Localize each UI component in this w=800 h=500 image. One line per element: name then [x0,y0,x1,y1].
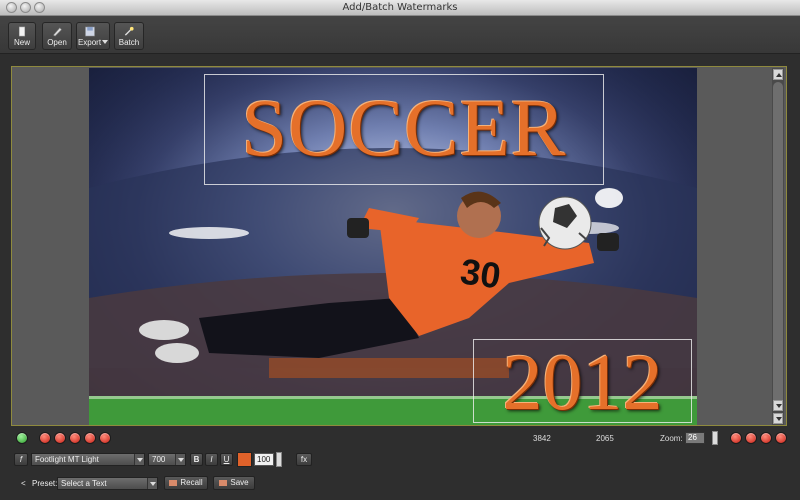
save-button-label: Save [230,478,249,487]
font-weight-caret-icon [175,454,185,465]
scroll-down-button-1[interactable] [773,400,783,411]
italic-button[interactable]: I [205,453,218,466]
export-dropdown-icon[interactable] [102,40,108,44]
batch-button-label: Batch [118,38,140,47]
preview-image: 30 SOCCER 2012 [89,68,697,425]
export-button-label: Export [77,38,102,47]
font-icon-button[interactable]: f [14,453,28,466]
app-window: Add/Batch Watermarks New Open Export Bat… [0,0,800,500]
collapse-toggle[interactable]: < [21,479,26,488]
scroll-up-icon [776,73,782,77]
font-weight-value: 700 [152,455,166,464]
new-button-label: New [13,38,30,47]
font-weight-select[interactable]: 700 [148,453,186,466]
zoom-actual-button[interactable] [775,432,787,444]
effects-button[interactable]: fx [296,453,312,466]
font-family-caret-icon [134,454,144,465]
open-button[interactable]: Open [42,22,72,50]
delete-layer-button[interactable] [39,432,51,444]
watermark-2012-text: 2012 [502,339,663,425]
zoom-stepper[interactable] [712,431,718,445]
preset-caret-icon [147,478,157,489]
remove-layer-button[interactable] [69,432,81,444]
batch-wand-icon [124,26,134,36]
scroll-thumb[interactable] [773,82,783,408]
scroll-down-button-2[interactable] [773,413,783,424]
bold-button[interactable]: B [190,453,203,466]
new-button[interactable]: New [8,22,36,50]
open-button-label: Open [47,38,67,47]
opacity-stepper[interactable] [276,452,282,467]
jersey-number: 30 [458,250,503,296]
title-bar: Add/Batch Watermarks [0,0,800,16]
font-family-select[interactable]: Footlight MT Light [31,453,145,466]
recall-button-label: Recall [180,478,203,487]
preset-label: Preset: [32,479,58,488]
vertical-scrollbar[interactable] [772,68,784,425]
preset-select-value: Select a Text [61,479,107,488]
opacity-input[interactable]: 100 [254,453,274,466]
save-icon [219,479,228,486]
export-disk-icon [84,26,95,37]
window-title: Add/Batch Watermarks [342,2,458,13]
watermark-soccer[interactable]: SOCCER [204,74,604,185]
zoom-in-button[interactable] [745,432,757,444]
export-button[interactable]: Export [76,22,110,50]
zoom-input[interactable]: 26 [685,432,705,444]
image-height-readout: 2065 [596,434,614,443]
underline-button[interactable]: U [220,453,233,466]
save-button[interactable]: Save [213,476,255,490]
add-layer-button[interactable] [16,432,28,444]
zoom-label: Zoom: [660,434,683,443]
preset-select[interactable]: Select a Text [57,477,158,490]
image-canvas[interactable]: 30 SOCCER 2012 [11,66,787,426]
font-family-value: Footlight MT Light [35,455,99,464]
new-document-icon [18,26,26,37]
duplicate-layer-button[interactable] [54,432,66,444]
watermark-soccer-text: SOCCER [241,82,567,173]
scroll-up-button[interactable] [773,69,783,80]
text-color-swatch[interactable] [237,452,252,467]
move-layer-down-button[interactable] [99,432,111,444]
move-layer-up-button[interactable] [84,432,96,444]
scroll-down-icon-2 [776,417,782,421]
toolbar: New Open Export Batch [0,16,800,54]
watermark-2012[interactable]: 2012 [473,339,692,425]
open-pen-icon [52,27,62,37]
batch-button[interactable]: Batch [114,22,144,50]
recall-button[interactable]: Recall [164,476,208,490]
recall-icon [169,479,178,486]
scroll-down-icon [776,404,782,408]
zoom-fit-button[interactable] [760,432,772,444]
zoom-out-button[interactable] [730,432,742,444]
image-width-readout: 3842 [533,434,551,443]
